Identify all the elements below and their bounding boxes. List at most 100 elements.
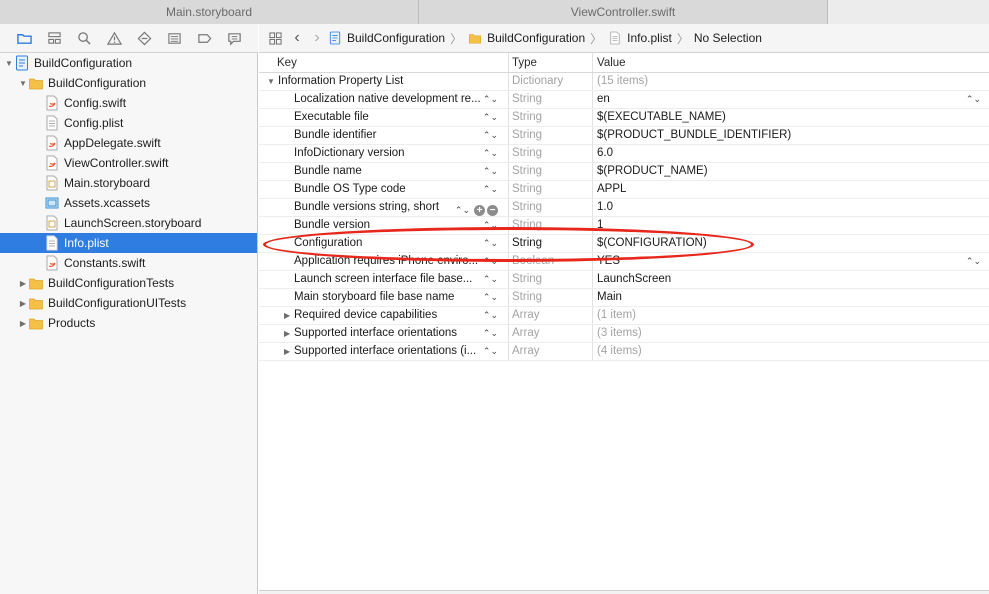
related-items-grid-icon[interactable] (267, 30, 283, 46)
tree-row-group[interactable]: ▼ BuildConfiguration (0, 73, 257, 93)
folder-icon[interactable] (14, 29, 34, 47)
plist-row-root[interactable]: ▼ Information Property List Dictionary (… (259, 73, 989, 91)
plist-value-cell[interactable]: YES ⌃⌄ (593, 253, 989, 270)
plist-value[interactable]: $(CONFIGURATION) (593, 235, 989, 252)
key-stepper-icon[interactable]: ⌃⌄ (483, 253, 498, 270)
disclosure-expanded-icon[interactable]: ▼ (267, 73, 275, 90)
plist-key-cell: Configuration ⌃⌄ (259, 235, 509, 252)
plist-value-cell[interactable]: en ⌃⌄ (593, 91, 989, 108)
disclosure-collapsed-icon[interactable]: ▶ (17, 279, 29, 288)
value-stepper-icon[interactable]: ⌃⌄ (966, 253, 981, 270)
plist-row-array[interactable]: ▶ Supported interface orientations ⌃⌄ Arra… (259, 325, 989, 343)
plist-value[interactable]: $(EXECUTABLE_NAME) (593, 109, 989, 126)
plist-row[interactable]: Bundle identifier ⌃⌄ String $(PRODUCT_BUN… (259, 127, 989, 145)
value-stepper-icon[interactable]: ⌃⌄ (966, 91, 981, 108)
column-header-key[interactable]: Key (259, 53, 509, 72)
jumpbar-file-label: Info.plist (627, 31, 672, 45)
disclosure-expanded-icon[interactable]: ▼ (3, 59, 15, 68)
plist-row[interactable]: Main storyboard file base name ⌃⌄ String … (259, 289, 989, 307)
key-stepper-icon[interactable]: ⌃⌄ (483, 145, 498, 162)
back-chevron-icon[interactable]: ‹ (287, 29, 307, 47)
tree-row-constants[interactable]: Constants.swift (0, 253, 257, 273)
plist-value[interactable]: $(PRODUCT_NAME) (593, 163, 989, 180)
plist-value[interactable]: $(PRODUCT_BUNDLE_IDENTIFIER) (593, 127, 989, 144)
key-stepper-icon[interactable]: ⌃⌄ (483, 127, 498, 144)
forward-chevron-icon[interactable]: › (307, 29, 327, 47)
disclosure-expanded-icon[interactable]: ▼ (17, 79, 29, 88)
plist-value[interactable]: APPL (593, 181, 989, 198)
tree-item-label: BuildConfigurationTests (48, 276, 175, 290)
plist-type: Array (509, 325, 593, 342)
jumpbar-group[interactable]: BuildConfiguration (467, 30, 585, 46)
disclosure-collapsed-icon[interactable]: ▶ (284, 307, 290, 324)
plist-row[interactable]: Bundle name ⌃⌄ String $(PRODUCT_NAME) (259, 163, 989, 181)
plist-value[interactable]: 1.0 (593, 199, 989, 216)
plist-value[interactable]: Main (593, 289, 989, 306)
tree-item-label: BuildConfiguration (48, 76, 147, 90)
report-icon[interactable] (224, 29, 244, 47)
plist-value[interactable]: 1 (593, 217, 989, 234)
key-stepper-icon[interactable]: ⌃⌄ (483, 217, 498, 234)
key-stepper-icon[interactable]: ⌃⌄ (483, 271, 498, 288)
key-stepper-icon[interactable]: ⌃⌄ (483, 181, 498, 198)
tree-row-config-plist[interactable]: Config.plist (0, 113, 257, 133)
key-stepper-icon[interactable]: ⌃⌄ (483, 109, 498, 126)
tree-row-config-swift[interactable]: Config.swift (0, 93, 257, 113)
warning-icon[interactable] (104, 29, 124, 47)
key-stepper-icon[interactable]: ⌃⌄ (483, 91, 498, 108)
disclosure-collapsed-icon[interactable]: ▶ (284, 343, 290, 360)
plist-row[interactable]: InfoDictionary version ⌃⌄ String 6.0 (259, 145, 989, 163)
plist-row[interactable]: Bundle OS Type code ⌃⌄ String APPL (259, 181, 989, 199)
plist-row-array[interactable]: ▶ Supported interface orientations (i... ⌃… (259, 343, 989, 361)
search-icon[interactable] (74, 29, 94, 47)
remove-row-icon[interactable]: − (487, 205, 498, 216)
tree-row-appdelegate[interactable]: AppDelegate.swift (0, 133, 257, 153)
tab-main-storyboard[interactable]: Main.storyboard (0, 0, 419, 24)
plist-row-hovered[interactable]: Bundle versions string, short ⌃⌄ + − Str… (259, 199, 989, 217)
plist-value[interactable]: LaunchScreen (593, 271, 989, 288)
plist-type: String (509, 181, 593, 198)
add-row-icon[interactable]: + (474, 205, 485, 216)
tree-row-assets[interactable]: Assets.xcassets (0, 193, 257, 213)
test-diamond-icon[interactable] (134, 29, 154, 47)
plist-row[interactable]: Bundle version ⌃⌄ String 1 (259, 217, 989, 235)
tree-row-products[interactable]: ▶ Products (0, 313, 257, 333)
plist-row-array[interactable]: ▶ Required device capabilities ⌃⌄ Array (1… (259, 307, 989, 325)
disclosure-collapsed-icon[interactable]: ▶ (17, 319, 29, 328)
column-header-value[interactable]: Value (593, 53, 989, 72)
key-stepper-icon[interactable]: ⌃⌄ (483, 163, 498, 180)
hierarchy-icon[interactable] (44, 29, 64, 47)
jumpbar-file[interactable]: Info.plist (607, 30, 672, 46)
tree-row-info-plist[interactable]: Info.plist (0, 233, 257, 253)
key-stepper-icon[interactable]: ⌃⌄ (455, 202, 470, 216)
column-header-type[interactable]: Type (509, 53, 593, 72)
jumpbar-project[interactable]: BuildConfiguration (327, 30, 445, 46)
tree-row-viewcontroller[interactable]: ViewController.swift (0, 153, 257, 173)
assets-icon (45, 195, 59, 211)
key-stepper-icon[interactable]: ⌃⌄ (483, 307, 498, 324)
key-stepper-icon[interactable]: ⌃⌄ (483, 325, 498, 342)
plist-row[interactable]: Executable file ⌃⌄ String $(EXECUTABLE_NA… (259, 109, 989, 127)
plist-row[interactable]: Launch screen interface file base... ⌃⌄ S… (259, 271, 989, 289)
plist-type: String (509, 235, 593, 252)
plist-key: Executable file (294, 111, 369, 123)
tree-row-uitests[interactable]: ▶ BuildConfigurationUITests (0, 293, 257, 313)
debug-list-icon[interactable] (164, 29, 184, 47)
disclosure-collapsed-icon[interactable]: ▶ (284, 325, 290, 342)
plist-value[interactable]: 6.0 (593, 145, 989, 162)
swift-file-icon (45, 135, 59, 151)
key-stepper-icon[interactable]: ⌃⌄ (483, 343, 498, 360)
key-stepper-icon[interactable]: ⌃⌄ (483, 289, 498, 306)
tree-row-tests[interactable]: ▶ BuildConfigurationTests (0, 273, 257, 293)
tree-row-project[interactable]: ▼ BuildConfiguration (0, 53, 257, 73)
plist-row-configuration[interactable]: Configuration ⌃⌄ String $(CONFIGURATION) (259, 235, 989, 253)
tree-row-main-storyboard[interactable]: Main.storyboard (0, 173, 257, 193)
plist-row[interactable]: Localization native development re... ⌃⌄ … (259, 91, 989, 109)
jumpbar-selection[interactable]: No Selection (694, 31, 762, 45)
key-stepper-icon[interactable]: ⌃⌄ (483, 235, 498, 252)
disclosure-collapsed-icon[interactable]: ▶ (17, 299, 29, 308)
tab-viewcontroller-swift[interactable]: ViewController.swift (419, 0, 828, 24)
tree-row-launchscreen[interactable]: LaunchScreen.storyboard (0, 213, 257, 233)
plist-row[interactable]: Application requires iPhone enviro... ⌃⌄ … (259, 253, 989, 271)
breakpoint-icon[interactable] (194, 29, 214, 47)
